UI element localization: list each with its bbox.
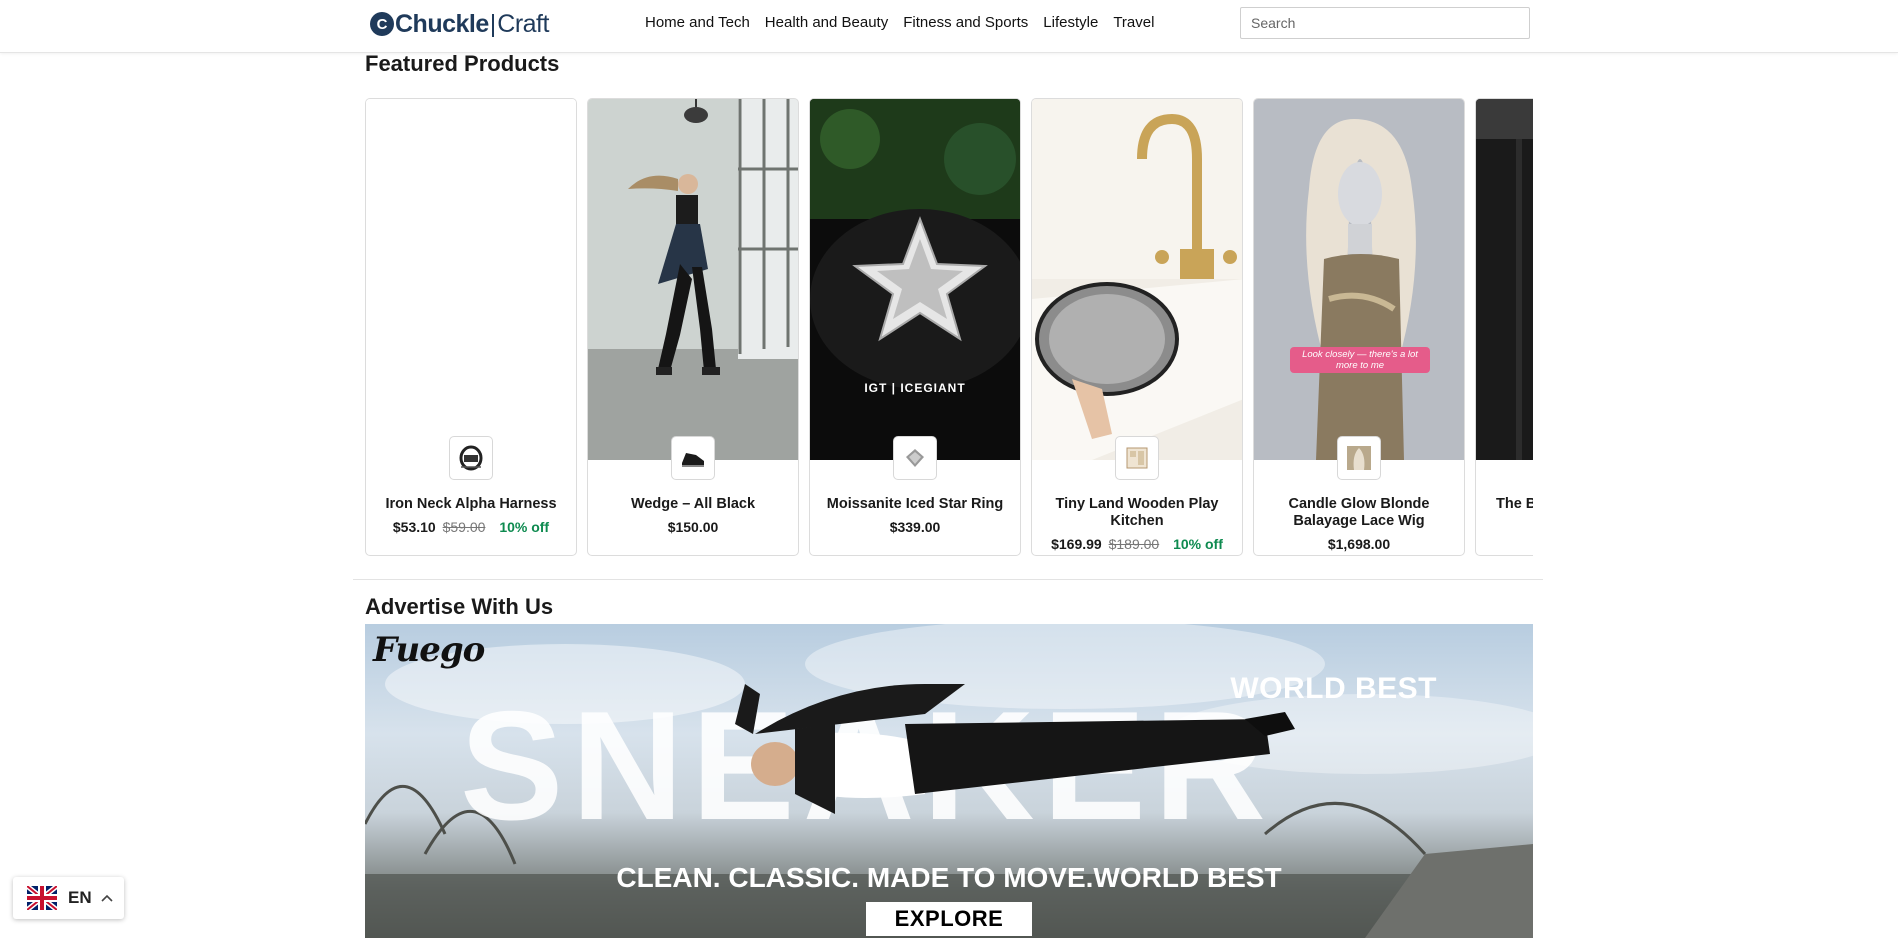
logo-text-secondary: Craft bbox=[497, 9, 549, 38]
price-row: $150.00 bbox=[588, 519, 798, 535]
product-name[interactable]: Iron Neck Alpha Harness bbox=[372, 496, 570, 513]
product-price: $169.99 bbox=[1051, 536, 1102, 552]
nav-home-and-tech[interactable]: Home and Tech bbox=[645, 14, 750, 31]
banner-tagline: CLEAN. CLASSIC. MADE TO MOVE.WORLD BEST bbox=[616, 862, 1282, 893]
wig-icon bbox=[1347, 446, 1371, 470]
chevron-up-icon bbox=[101, 894, 113, 902]
explore-button[interactable]: EXPLORE bbox=[866, 902, 1032, 936]
product-image[interactable] bbox=[588, 99, 798, 460]
product-card-wig[interactable]: Look closely — there's a lot more to me … bbox=[1253, 98, 1465, 556]
logo-mark-icon: C bbox=[370, 12, 394, 36]
shoe-icon bbox=[682, 453, 704, 467]
language-switcher[interactable]: EN bbox=[13, 877, 124, 919]
product-image[interactable] bbox=[366, 99, 576, 460]
discount-badge: 10% off bbox=[499, 519, 550, 535]
uk-flag-icon bbox=[27, 886, 57, 910]
nav-travel[interactable]: Travel bbox=[1113, 14, 1154, 31]
product-old-price: $189.00 bbox=[1108, 536, 1160, 552]
product-thumbnail[interactable] bbox=[671, 436, 715, 480]
discount-badge: 10% off bbox=[1173, 536, 1223, 552]
nav-health-and-beauty[interactable]: Health and Beauty bbox=[765, 14, 888, 31]
product-name[interactable]: Tiny Land Wooden Play Kitchen bbox=[1038, 496, 1236, 530]
product-price: $150.00 bbox=[667, 519, 719, 535]
search-input[interactable] bbox=[1240, 7, 1530, 39]
product-price: $1,698.00 bbox=[1327, 536, 1391, 552]
star-ring-photo bbox=[810, 99, 1020, 460]
product-image[interactable] bbox=[1032, 99, 1242, 460]
product-image[interactable]: IGT | ICEGIANT bbox=[810, 99, 1020, 460]
main-nav: Home and Tech Health and Beauty Fitness … bbox=[645, 14, 1154, 31]
brand-watermark: IGT | ICEGIANT bbox=[864, 381, 966, 395]
ad-banner[interactable]: Fuego WORLD BEST SNEAKER CLEAN. CLASSIC.… bbox=[365, 624, 1533, 938]
product-thumbnail[interactable] bbox=[893, 436, 937, 480]
language-label: EN bbox=[68, 888, 92, 907]
product-name[interactable]: Candle Glow Blonde Balayage Lace Wig bbox=[1260, 496, 1458, 530]
dancer-photo bbox=[588, 99, 798, 460]
price-row: $53.10 $59.00 10% off bbox=[366, 519, 576, 535]
product-name[interactable]: The B bbox=[1496, 496, 1533, 513]
featured-products-title: Featured Products bbox=[365, 51, 560, 76]
logo-separator: | bbox=[489, 9, 497, 38]
kitchen-icon bbox=[1126, 447, 1148, 469]
price-row: $339.00 bbox=[810, 519, 1020, 535]
product-name[interactable]: Moissanite Iced Star Ring bbox=[816, 496, 1014, 513]
nav-lifestyle[interactable]: Lifestyle bbox=[1043, 14, 1098, 31]
advertise-title: Advertise With Us bbox=[365, 594, 554, 619]
product-card-wedge[interactable]: Wedge – All Black $150.00 bbox=[587, 98, 799, 556]
product-thumbnail[interactable] bbox=[1115, 436, 1159, 480]
promo-badge: Look closely — there's a lot more to me bbox=[1290, 347, 1430, 373]
price-row: $1,698.00 bbox=[1254, 536, 1464, 552]
product-name[interactable]: Wedge – All Black bbox=[594, 496, 792, 513]
logo-text-primary: Chuckle bbox=[395, 9, 489, 38]
ring-icon bbox=[906, 449, 924, 467]
site-logo[interactable]: C Chuckle | Craft bbox=[370, 9, 549, 39]
product-thumbnail[interactable] bbox=[1337, 436, 1381, 480]
section-divider bbox=[353, 579, 1543, 580]
product-image[interactable]: Look closely — there's a lot more to me bbox=[1254, 99, 1464, 460]
price-row: $169.99 $189.00 10% off bbox=[1032, 536, 1242, 552]
product-card-star-ring[interactable]: IGT | ICEGIANT Moissanite Iced Star Ring… bbox=[809, 98, 1021, 556]
wig-photo bbox=[1254, 99, 1464, 460]
product-price: $53.10 bbox=[392, 519, 436, 535]
nav-fitness-and-sports[interactable]: Fitness and Sports bbox=[903, 14, 1028, 31]
product-card-partial[interactable]: The B bbox=[1475, 98, 1533, 556]
kitchen-sink-photo bbox=[1032, 99, 1242, 460]
product-old-price: $59.00 bbox=[442, 519, 486, 535]
product-price: $339.00 bbox=[889, 519, 941, 535]
site-header: C Chuckle | Craft Home and Tech Health a… bbox=[0, 0, 1898, 53]
product-thumbnail[interactable] bbox=[449, 436, 493, 480]
harness-icon bbox=[459, 445, 483, 471]
dark-product-photo bbox=[1476, 99, 1533, 460]
product-card-play-kitchen[interactable]: Tiny Land Wooden Play Kitchen $169.99 $1… bbox=[1031, 98, 1243, 556]
product-image[interactable] bbox=[1476, 99, 1533, 460]
featured-products-carousel[interactable]: Iron Neck Alpha Harness $53.10 $59.00 10… bbox=[365, 98, 1533, 558]
product-card-iron-neck[interactable]: Iron Neck Alpha Harness $53.10 $59.00 10… bbox=[365, 98, 577, 556]
